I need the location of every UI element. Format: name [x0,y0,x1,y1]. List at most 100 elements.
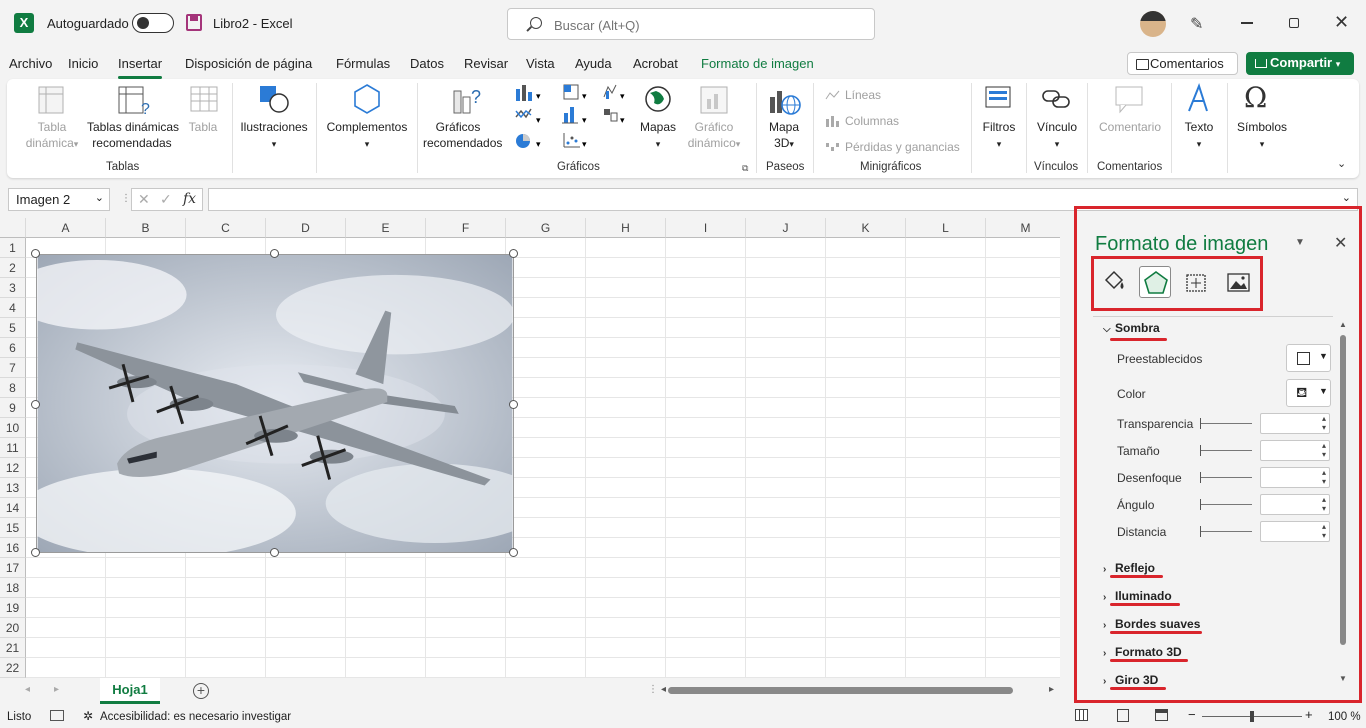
column-header[interactable]: G [506,218,586,238]
column-header[interactable]: L [906,218,986,238]
row-header[interactable]: 10 [0,418,26,438]
scroll-up-icon[interactable]: ▲ [1339,320,1347,329]
select-all-corner[interactable] [0,218,26,238]
normal-view-icon[interactable] [1075,709,1088,721]
resize-handle[interactable] [31,400,40,409]
save-icon[interactable] [186,14,202,31]
tab-insertar[interactable]: Insertar [118,56,163,79]
autosave-toggle[interactable] [132,13,174,33]
distancia-input[interactable] [1260,521,1330,542]
row-header[interactable]: 3 [0,278,26,298]
row-header[interactable]: 1 [0,238,26,258]
zoom-out-icon[interactable]: − [1188,707,1196,722]
size-properties-icon[interactable] [1180,266,1212,298]
tabla-dinamica-button[interactable]: Tabla dinámica▾ [21,119,83,152]
mapa3d-button[interactable]: Mapa 3D▾ [759,119,809,152]
tabla-button[interactable]: Tabla [185,119,221,135]
scroll-left-icon[interactable]: ◂ [661,684,666,695]
desenfoque-slider[interactable] [1200,472,1252,483]
angulo-slider[interactable] [1200,499,1252,510]
maximize-icon[interactable] [1289,18,1299,28]
fill-line-icon[interactable] [1098,266,1130,298]
tab-acrobat[interactable]: Acrobat [633,56,678,71]
macro-record-icon[interactable] [50,710,64,721]
row-header[interactable]: 8 [0,378,26,398]
ilustraciones-button[interactable]: Ilustraciones ▾ [239,119,309,152]
column-header[interactable]: D [266,218,346,238]
row-header[interactable]: 16 [0,538,26,558]
zoom-in-icon[interactable]: + [1305,707,1313,722]
tab-revisar[interactable]: Revisar [464,56,508,71]
zoom-slider-thumb[interactable] [1250,711,1254,722]
horizontal-scrollbar[interactable] [668,687,1013,694]
row-header[interactable]: 4 [0,298,26,318]
column-header[interactable]: A [26,218,106,238]
resize-handle[interactable] [31,548,40,557]
row-header[interactable]: 7 [0,358,26,378]
column-header[interactable]: I [666,218,746,238]
row-header[interactable]: 13 [0,478,26,498]
section-giro-3d[interactable]: › Giro 3D [1103,673,1158,687]
scroll-right-icon[interactable]: ▸ [1049,684,1054,695]
dialog-launcher-icon[interactable]: ⧉ [742,163,748,174]
row-header[interactable]: 20 [0,618,26,638]
resize-handle[interactable] [270,548,279,557]
pen-icon[interactable]: ✎ [1190,14,1203,34]
row-header[interactable]: 14 [0,498,26,518]
rotation-handle[interactable] [270,249,279,258]
chevron-down-icon[interactable]: ▼ [1295,237,1305,248]
lineas-button[interactable]: Líneas [845,87,881,103]
column-header[interactable]: B [106,218,186,238]
transparencia-input[interactable] [1260,413,1330,434]
airplane-picture[interactable] [36,254,514,553]
scroll-down-icon[interactable]: ▼ [1339,674,1347,683]
complementos-button[interactable]: Complementos ▾ [322,119,412,152]
share-button[interactable]: Compartir ▾ [1246,52,1354,75]
row-header[interactable]: 12 [0,458,26,478]
tab-datos[interactable]: Datos [410,56,444,71]
row-header[interactable]: 11 [0,438,26,458]
resize-handle[interactable] [509,548,518,557]
section-reflejo[interactable]: › Reflejo [1103,561,1155,575]
search-input[interactable] [554,15,854,35]
section-formato-3d[interactable]: › Formato 3D [1103,645,1182,659]
column-header[interactable]: H [586,218,666,238]
graficos-recomendados-button[interactable]: Gráficos recomendados [423,119,502,151]
search-box[interactable] [507,8,875,40]
row-header[interactable]: 21 [0,638,26,658]
row-header[interactable]: 18 [0,578,26,598]
close-icon[interactable]: ✕ [1334,233,1347,253]
add-sheet-icon[interactable]: + [193,683,209,699]
section-iluminado[interactable]: › Iluminado [1103,589,1172,603]
section-bordes-suaves[interactable]: › Bordes suaves [1103,617,1200,631]
resize-handle[interactable] [509,249,518,258]
page-break-icon[interactable] [1155,709,1168,721]
filtros-button[interactable]: Filtros ▾ [976,119,1022,152]
tablas-recomendadas-button[interactable]: Tablas dinámicas recomendadas [87,119,179,151]
close-icon[interactable]: ✕ [1334,12,1349,33]
column-header[interactable]: C [186,218,266,238]
cancel-icon[interactable]: ✕ [138,191,150,208]
pane-scrollbar[interactable] [1340,335,1346,645]
column-header[interactable]: M [986,218,1060,238]
comentario-button[interactable]: Comentario [1095,119,1165,135]
column-header[interactable]: F [426,218,506,238]
perdidas-button[interactable]: Pérdidas y ganancias [845,139,960,155]
tab-disposicion[interactable]: Disposición de página [185,56,312,71]
minimize-icon[interactable] [1241,22,1253,24]
resize-handle[interactable] [509,400,518,409]
tamano-input[interactable] [1260,440,1330,461]
row-header[interactable]: 2 [0,258,26,278]
tab-formulas[interactable]: Fórmulas [336,56,390,71]
row-header[interactable]: 17 [0,558,26,578]
picture-icon[interactable] [1222,266,1254,298]
ribbon-collapse-icon[interactable]: ⌄ [1337,157,1346,170]
name-box[interactable]: Imagen 2 ⌄ [8,188,110,211]
color-dropdown[interactable]: ⛾ ▼ [1286,379,1331,407]
row-header[interactable]: 6 [0,338,26,358]
resize-handle[interactable] [31,249,40,258]
insert-function-icon[interactable]: fx [183,191,196,207]
section-sombra[interactable]: ⌵ Sombra [1103,321,1160,335]
column-header[interactable]: K [826,218,906,238]
chevron-down-icon[interactable]: ⌄ [1342,191,1351,204]
